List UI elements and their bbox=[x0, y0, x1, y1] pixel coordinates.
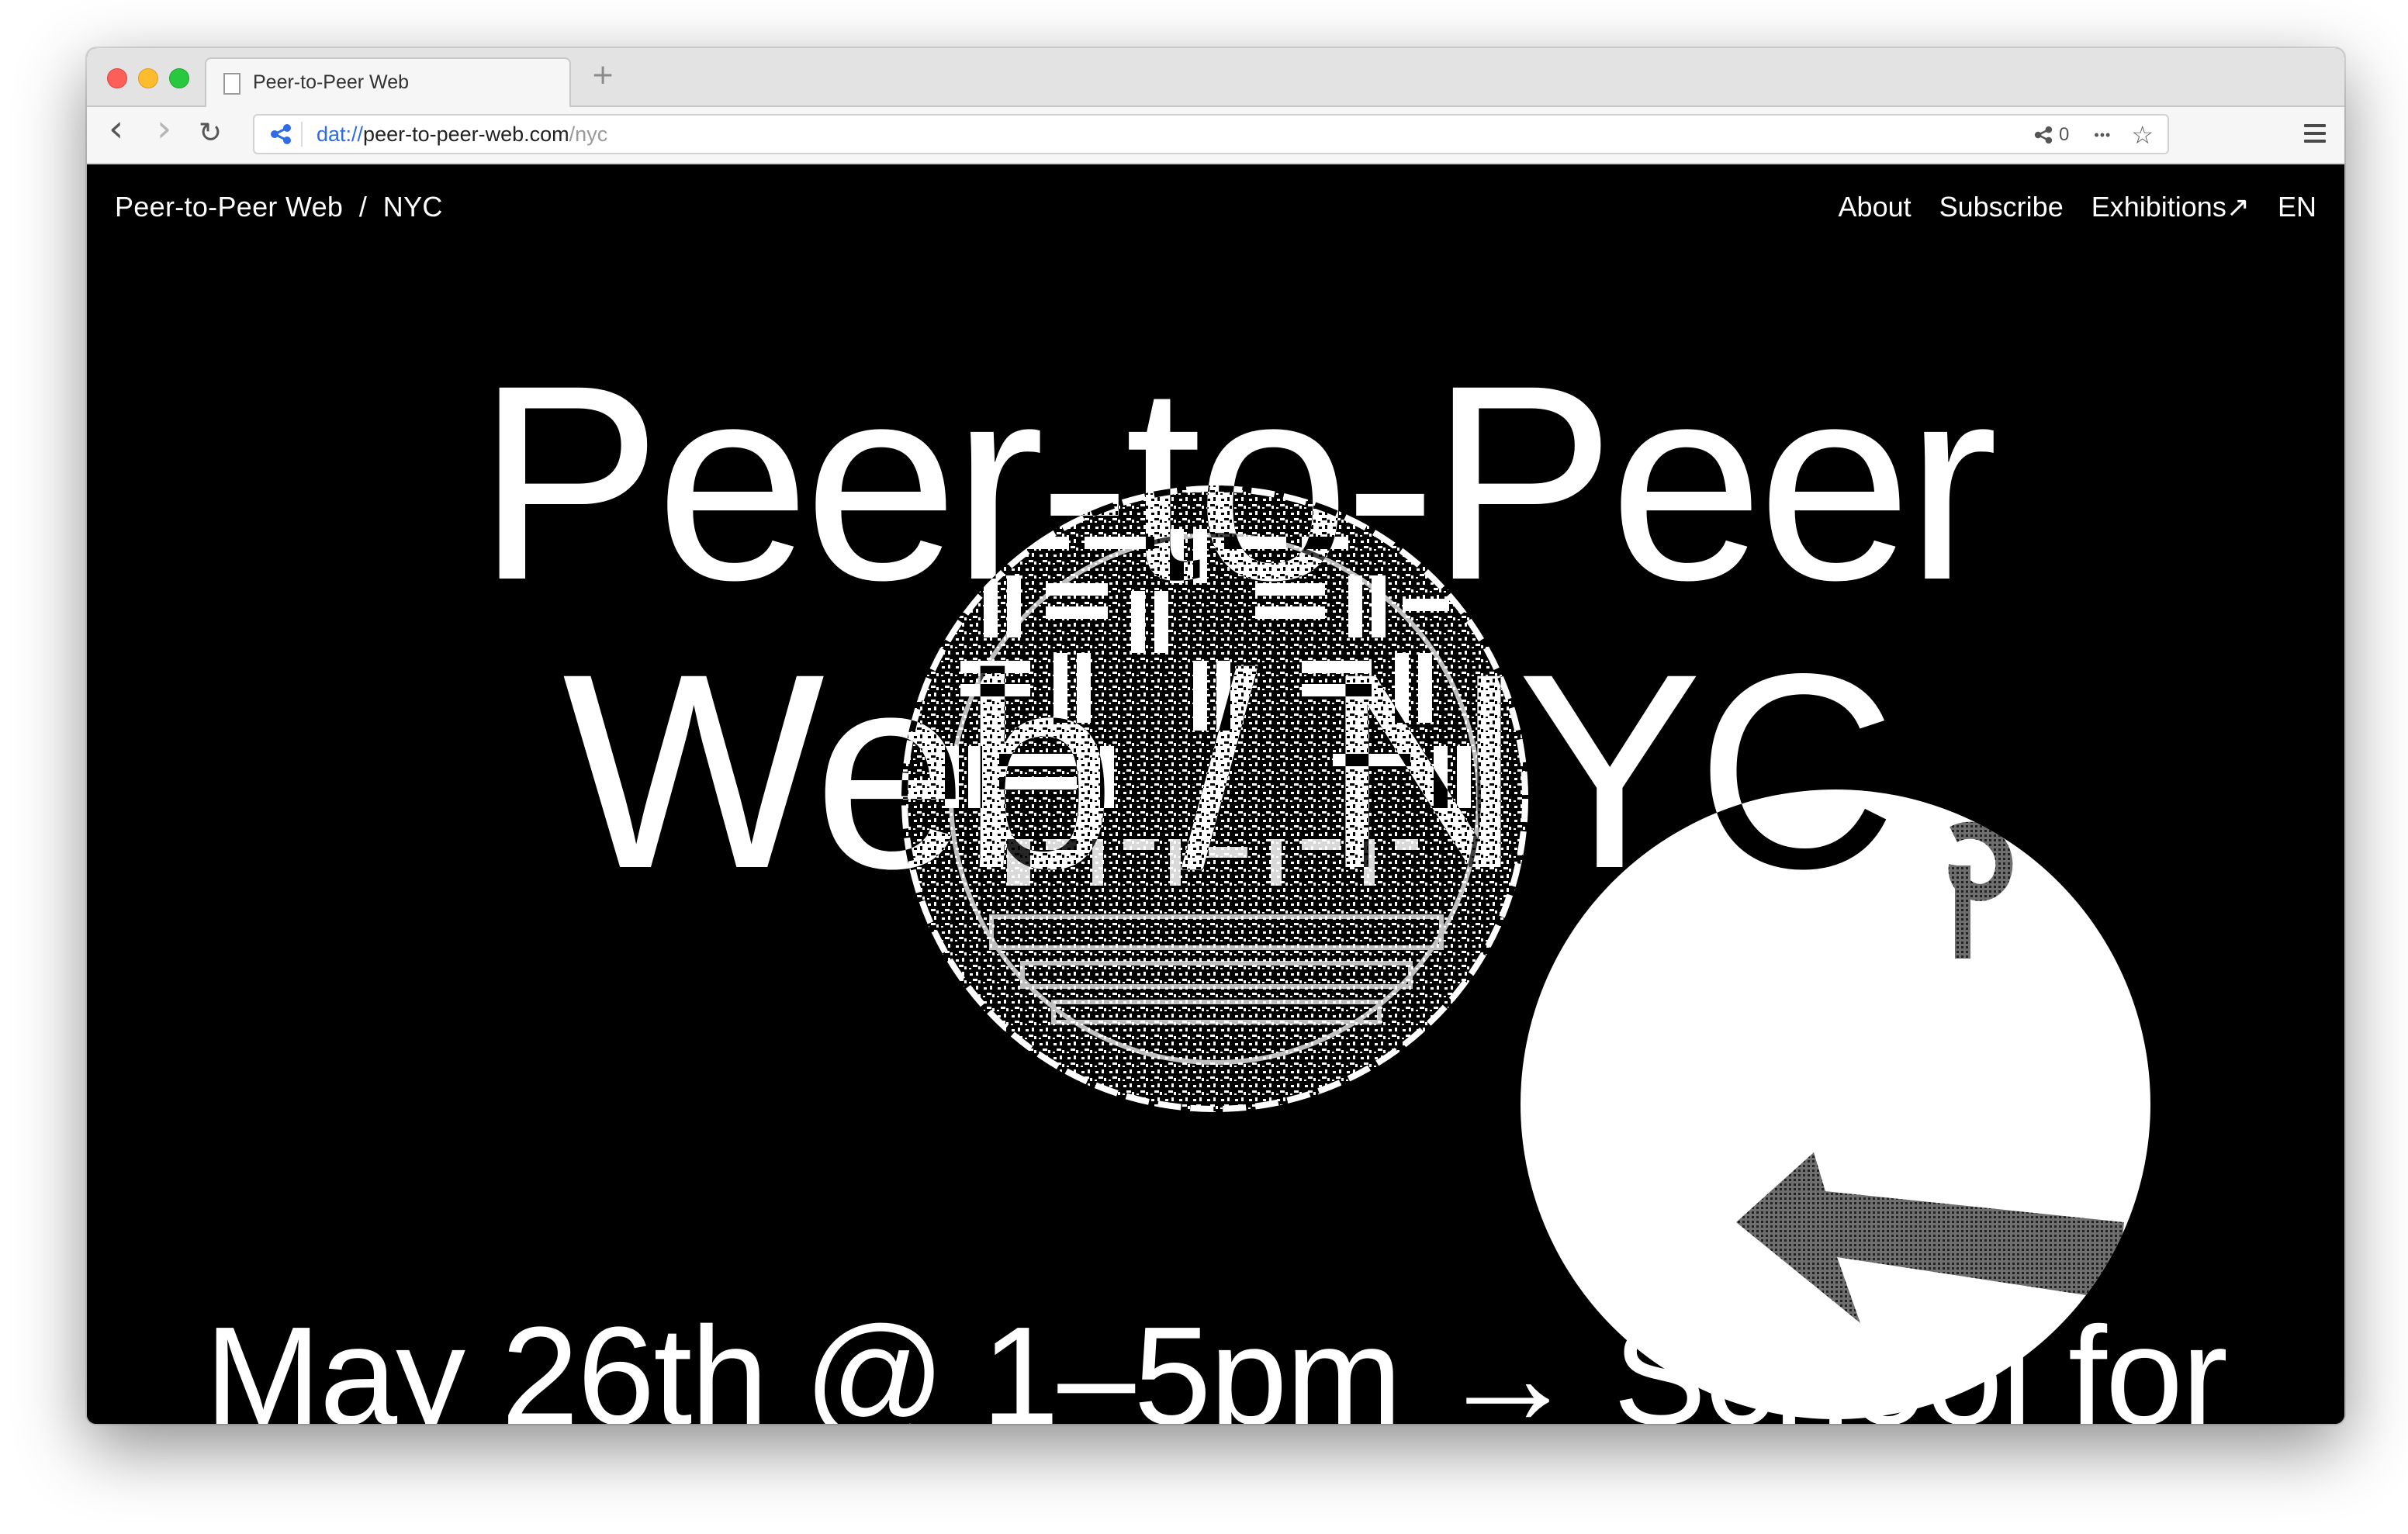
url-actions: 0 ••• ☆ bbox=[2034, 120, 2154, 150]
forward-button[interactable]: › bbox=[157, 110, 171, 147]
url-text[interactable]: dat://peer-to-peer-web.com/nyc bbox=[317, 123, 607, 147]
peers-indicator[interactable]: 0 bbox=[2034, 124, 2069, 146]
network-icon bbox=[2034, 126, 2053, 144]
close-window-button[interactable] bbox=[107, 68, 127, 88]
nav-exhibitions-link[interactable]: Exhibitions↗ bbox=[2091, 191, 2250, 223]
back-button[interactable]: ‹ bbox=[109, 110, 123, 147]
address-bar[interactable]: dat://peer-to-peer-web.com/nyc 0 ••• ☆ bbox=[253, 114, 2169, 154]
menu-icon[interactable] bbox=[2304, 124, 2326, 147]
nav-subscribe-link[interactable]: Subscribe bbox=[1939, 191, 2064, 223]
maximize-window-button[interactable] bbox=[169, 68, 189, 88]
more-options-icon[interactable]: ••• bbox=[2094, 127, 2111, 143]
minimize-window-button[interactable] bbox=[138, 68, 158, 88]
web-page: Peer-to-Peer Web / NYC About Subscribe E… bbox=[87, 164, 2344, 1424]
new-tab-button[interactable]: + bbox=[591, 59, 614, 91]
nav-about-link[interactable]: About bbox=[1839, 191, 1912, 223]
tab-title: Peer-to-Peer Web bbox=[253, 71, 410, 93]
hero-heading-line-1: Peer-to-Peer bbox=[476, 327, 1998, 637]
bookmark-star-icon[interactable]: ☆ bbox=[2131, 120, 2154, 150]
site-title[interactable]: Peer-to-Peer Web / NYC bbox=[115, 191, 443, 223]
event-details: May 26th @ 1–5pm → School for bbox=[205, 1298, 2228, 1425]
browser-window: Peer-to-Peer Web + ‹ › ↻ dat://peer-to-p… bbox=[87, 48, 2344, 1424]
share-peers-icon[interactable] bbox=[270, 123, 292, 145]
hero-heading-line-2: Web / NYC bbox=[562, 616, 1897, 926]
nav-language-link[interactable]: EN bbox=[2278, 191, 2316, 223]
url-path: /nyc bbox=[569, 123, 608, 146]
url-host: peer-to-peer-web.com bbox=[363, 123, 569, 146]
url-protocol: dat:// bbox=[317, 123, 364, 146]
browser-toolbar: ‹ › ↻ dat://peer-to-peer-web.com/nyc 0 •… bbox=[87, 107, 2344, 164]
page-icon bbox=[223, 73, 240, 95]
url-divider bbox=[301, 122, 303, 147]
browser-tab[interactable]: Peer-to-Peer Web bbox=[205, 57, 571, 107]
site-nav: About Subscribe Exhibitions↗ EN bbox=[1839, 191, 2316, 223]
tab-strip: Peer-to-Peer Web + bbox=[87, 48, 2344, 107]
peer-count: 0 bbox=[2059, 124, 2070, 145]
reload-button[interactable]: ↻ bbox=[199, 116, 222, 150]
